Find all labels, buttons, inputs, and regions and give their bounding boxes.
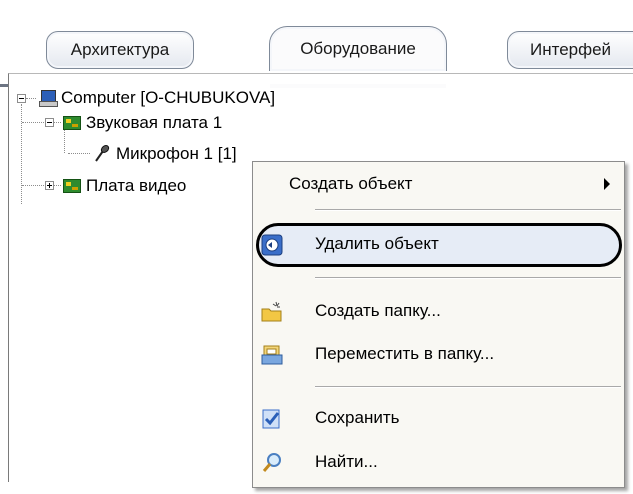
tree-line xyxy=(54,122,61,123)
panel-bottom xyxy=(8,482,252,494)
active-tab-gap xyxy=(270,84,446,88)
menu-separator xyxy=(315,386,621,388)
tree-line xyxy=(22,122,44,123)
menu-separator xyxy=(315,209,621,211)
search-icon xyxy=(261,452,283,474)
tree-line xyxy=(21,104,22,204)
menu-item-label: Переместить в папку... xyxy=(315,344,495,363)
expand-toggle[interactable] xyxy=(45,181,54,190)
menu-item-create-object[interactable]: Создать объект xyxy=(255,166,622,202)
tree-node-label: Микрофон 1 [1] xyxy=(116,144,237,163)
menu-item-save[interactable]: Сохранить xyxy=(255,400,622,436)
menu-item-create-folder[interactable]: Создать папку... xyxy=(255,293,622,329)
tree-node-label: Плата видео xyxy=(86,176,187,195)
tree-node-microphone[interactable]: Микрофон 1 [1] xyxy=(93,142,237,166)
menu-item-label: Создать папку... xyxy=(315,301,441,320)
board-icon xyxy=(63,179,81,193)
tab-interface[interactable]: Интерфей xyxy=(507,31,633,69)
new-folder-icon xyxy=(261,301,283,323)
collapse-toggle[interactable] xyxy=(45,118,54,127)
submenu-arrow-icon xyxy=(604,178,610,190)
tree-line xyxy=(68,153,90,154)
microphone-icon xyxy=(93,145,111,163)
tab-architecture[interactable]: Архитектура xyxy=(46,31,194,69)
delete-object-icon xyxy=(261,234,283,256)
menu-separator xyxy=(315,277,621,279)
menu-item-label: Создать объект xyxy=(289,174,413,193)
tree-line xyxy=(54,185,61,186)
tree-node-label: Звуковая плата 1 xyxy=(86,113,223,132)
menu-item-move-to-folder[interactable]: Переместить в папку... xyxy=(255,336,622,372)
computer-icon xyxy=(39,90,58,107)
tab-bar: Архитектура Оборудование Интерфей xyxy=(0,14,633,88)
menu-item-label: Найти... xyxy=(315,452,378,471)
save-icon xyxy=(261,408,283,430)
menu-item-find[interactable]: Найти... xyxy=(255,444,622,480)
menu-item-delete-object[interactable]: Удалить объект xyxy=(255,226,622,262)
collapse-toggle[interactable] xyxy=(17,94,26,103)
tree-node-video-card[interactable]: Плата видео xyxy=(63,174,186,198)
tree-line xyxy=(26,98,36,99)
move-to-folder-icon xyxy=(261,344,283,366)
context-menu: Создать объект Удалить объект Создать па… xyxy=(252,161,625,488)
tree-node-sound-card[interactable]: Звуковая плата 1 xyxy=(63,111,222,135)
tree-node-computer[interactable]: Computer [O-CHUBUKOVA] xyxy=(39,86,275,110)
top-cropped-text xyxy=(0,0,633,10)
tree-line xyxy=(22,185,44,186)
menu-item-label: Сохранить xyxy=(315,408,400,427)
tree-node-label: Computer [O-CHUBUKOVA] xyxy=(61,88,276,107)
tab-equipment[interactable]: Оборудование xyxy=(269,26,447,71)
board-icon xyxy=(63,116,81,130)
menu-item-label: Удалить объект xyxy=(315,234,439,253)
